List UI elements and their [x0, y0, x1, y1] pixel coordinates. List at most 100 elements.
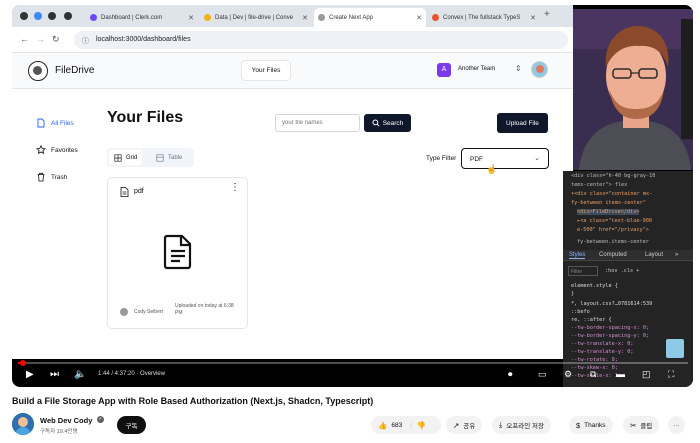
team-name[interactable]: Another Team: [458, 66, 495, 72]
upload-file-button[interactable]: Upload File: [497, 113, 548, 133]
dom-line[interactable]: fy-between items-center": [571, 200, 646, 206]
globe-icon: [318, 14, 325, 21]
tab-computed[interactable]: Computed: [599, 252, 627, 258]
table-icon: [156, 153, 164, 162]
user-avatar[interactable]: [531, 61, 548, 78]
chevron-down-icon: ⌄: [534, 155, 540, 162]
more-actions-button[interactable]: ···: [668, 416, 685, 434]
dom-line-selected[interactable]: <div>FileDrive</div>: [577, 209, 640, 215]
fullscreen-icon[interactable]: ⛶: [668, 369, 674, 380]
more-vertical-icon[interactable]: ⋮: [230, 182, 240, 193]
type-filter-value: PDF: [470, 156, 483, 163]
file-text-icon: [163, 234, 192, 270]
volume-icon[interactable]: 🔈: [74, 369, 86, 380]
github-icon[interactable]: [64, 12, 72, 20]
convex-favicon-icon: [432, 14, 439, 21]
search-input[interactable]: [275, 114, 360, 132]
type-filter-select[interactable]: PDF ⌄: [461, 148, 549, 169]
type-filter-label: Type Filter: [426, 155, 457, 162]
browser-tab-convex-data[interactable]: Data | Dev | file-drive | Conve ✕: [200, 8, 312, 27]
back-icon[interactable]: ←: [20, 34, 29, 44]
channel-name[interactable]: Web Dev Cody: [40, 416, 92, 425]
channel-avatar-image: [12, 413, 34, 435]
github-icon[interactable]: [20, 12, 28, 20]
browser-tab-create-next-app[interactable]: Create Next App ✕: [314, 8, 426, 27]
chevron-up-down-icon[interactable]: ⇕: [515, 64, 522, 73]
tab-table[interactable]: Table: [151, 150, 187, 165]
filedrive-logo-icon[interactable]: [28, 61, 48, 81]
close-icon[interactable]: ✕: [302, 14, 308, 22]
reload-icon[interactable]: ↻: [52, 34, 60, 45]
style-line: ::befo: [571, 309, 590, 315]
dom-line[interactable]: tems-center"> flex: [571, 182, 627, 188]
more-tabs-icon[interactable]: »: [675, 252, 678, 258]
tab-grid[interactable]: Grid: [109, 150, 143, 165]
miniplayer-icon[interactable]: ⧉: [590, 369, 596, 380]
share-icon: ↗: [453, 420, 460, 430]
autoplay-toggle-icon[interactable]: ⏺: [508, 369, 513, 380]
new-tab-icon[interactable]: +: [544, 9, 550, 20]
close-icon[interactable]: ✕: [416, 14, 422, 22]
offline-save-button[interactable]: ⤓ 오프라인 저장: [492, 416, 552, 434]
scrubber-handle[interactable]: [20, 360, 27, 366]
github-icon[interactable]: [48, 12, 56, 20]
close-icon[interactable]: ✕: [530, 14, 536, 22]
presenter-image: [573, 9, 693, 170]
app-header: FileDrive Your Files A Another Team ⇕: [12, 53, 573, 89]
styles-toolbar[interactable]: :hov .cls +: [605, 268, 639, 274]
video-player[interactable]: Dashboard | Clerk.com ✕ Data | Dev | fil…: [12, 5, 693, 387]
view-toggle: Grid Table: [107, 148, 194, 167]
scissors-icon: ✂: [630, 420, 637, 430]
sidebar-item-trash[interactable]: Trash: [36, 171, 67, 183]
thumbs-up-icon[interactable]: 👍: [378, 421, 387, 430]
tab-label: Create Next App: [329, 14, 374, 21]
dom-line[interactable]: e-500" href="/privacy">: [577, 227, 649, 233]
channel-watermark[interactable]: [666, 339, 684, 358]
clip-button[interactable]: ✂ 클립: [623, 416, 660, 434]
cast-icon[interactable]: ◰: [642, 369, 651, 380]
thanks-button[interactable]: $ Thanks: [569, 416, 613, 434]
thumbs-down-icon[interactable]: 👎: [417, 421, 426, 430]
dom-line[interactable]: ▸<a class="text-blue-900: [577, 218, 652, 224]
like-count[interactable]: 683: [391, 422, 402, 429]
style-line: --tw-border-spacing-x: 0;: [571, 325, 650, 331]
url-field[interactable]: ⓘ localhost:3000/dashboard/files: [74, 31, 568, 49]
settings-gear-icon[interactable]: ⚙: [564, 369, 572, 380]
sidebar-item-favorites[interactable]: Favorites: [36, 144, 78, 156]
file-text-icon: [120, 187, 129, 197]
search-button-label: Search: [382, 119, 404, 127]
tab-layout[interactable]: Layout: [645, 252, 663, 258]
styles-filter-input[interactable]: Filter: [568, 266, 598, 276]
channel-avatar[interactable]: [12, 413, 34, 435]
search-button[interactable]: Search: [364, 114, 411, 132]
site-info-icon[interactable]: ⓘ: [82, 36, 89, 46]
browser-tab-clerk[interactable]: Dashboard | Clerk.com ✕: [86, 8, 198, 27]
team-avatar[interactable]: A: [437, 63, 451, 77]
dom-line[interactable]: <div class="h-40 bg-gray-10: [571, 173, 655, 179]
app-name[interactable]: FileDrive: [55, 65, 94, 76]
browser-tab-convex[interactable]: Convex | The fullstack TypeS ✕: [428, 8, 540, 27]
tab-label: Grid: [126, 154, 138, 161]
subtitles-icon[interactable]: ▭: [538, 369, 547, 380]
owner-avatar: [120, 308, 128, 316]
file-card[interactable]: pdf ⋮ Cody Seibert Uploaded on today at …: [107, 177, 248, 329]
video-title: Build a File Storage App with Role Based…: [12, 396, 374, 406]
next-icon[interactable]: ⏭: [50, 369, 59, 380]
your-files-button[interactable]: Your Files: [241, 60, 291, 81]
youtube-watch-page: Dashboard | Clerk.com ✕ Data | Dev | fil…: [0, 0, 700, 443]
dom-line[interactable]: ▾<div class="container mx-: [571, 191, 652, 197]
subscribe-button[interactable]: 구독: [117, 416, 146, 434]
divider: |: [410, 421, 412, 429]
time-display[interactable]: 1:44 / 4:37:20 · Overview: [98, 371, 165, 377]
devtools-breadcrumb[interactable]: fy-between.items-center: [577, 239, 649, 245]
grid-icon: [114, 153, 122, 162]
drive-icon[interactable]: [34, 12, 42, 20]
tab-styles[interactable]: Styles: [569, 252, 586, 259]
forward-icon[interactable]: →: [36, 34, 45, 44]
theater-mode-icon[interactable]: ▬: [616, 369, 625, 379]
video-progress-bar[interactable]: [18, 360, 688, 366]
close-icon[interactable]: ✕: [188, 14, 194, 22]
share-button[interactable]: ↗ 공유: [446, 416, 483, 434]
sidebar-item-all-files[interactable]: All Files: [36, 117, 74, 129]
play-icon[interactable]: ▶: [26, 369, 34, 380]
